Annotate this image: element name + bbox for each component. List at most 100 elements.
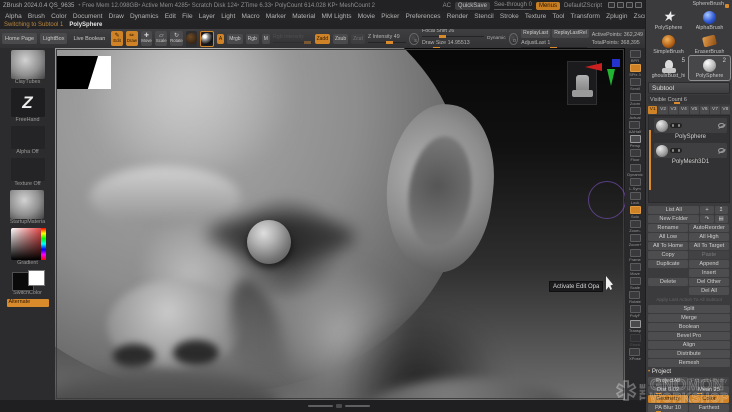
right-shelf-button[interactable]: Transp — [629, 319, 641, 333]
adjust-knob[interactable]: O — [508, 32, 519, 45]
right-shelf-button[interactable]: Scale — [629, 277, 641, 290]
visibility-tab[interactable]: V5 — [689, 105, 699, 114]
right-shelf-button[interactable]: Lock — [629, 191, 641, 205]
adjust-last-slider[interactable]: AdjustLast 1 — [521, 39, 588, 48]
tool-thumbnail[interactable]: SimpleBrush — [648, 32, 689, 56]
subtool-action-button[interactable]: ↷ — [700, 215, 714, 223]
subtool-thumbnail[interactable] — [656, 144, 668, 157]
zcut-button[interactable]: Zcut — [351, 33, 365, 44]
subtool-action-button[interactable]: Dist 0.02 — [648, 386, 688, 394]
subtool-action-button[interactable]: All Low — [648, 233, 688, 241]
right-shelf-button[interactable]: Persp — [629, 135, 641, 148]
subtool-action-button[interactable]: All To Home — [648, 242, 688, 250]
right-shelf-button[interactable]: Zoom- — [629, 220, 641, 233]
focal-shift-slider[interactable]: Focal Shift 26 — [421, 29, 484, 38]
subtool-action-button[interactable]: Boolean — [648, 323, 730, 331]
subtool-action-button[interactable]: Farthest — [689, 404, 729, 412]
right-shelf-button[interactable]: Dynamic — [627, 163, 643, 177]
tray-item[interactable]: Alpha Off — [10, 126, 45, 156]
right-shelf-button[interactable]: Zoom — [629, 92, 641, 106]
menu-item[interactable]: Picker — [378, 13, 402, 20]
menu-item[interactable]: Light — [218, 13, 238, 20]
visibility-eye-icon[interactable] — [718, 148, 725, 153]
z-intensity-slider[interactable]: Z Intensity 49 — [367, 33, 407, 44]
right-shelf-button[interactable]: PolyF — [629, 305, 641, 318]
subtool-action-button[interactable]: AutoReorder — [689, 224, 729, 232]
tool-thumbnail[interactable]: 2 PolySphere — [688, 55, 731, 81]
menu-item[interactable]: Transform — [567, 13, 603, 20]
menu-item[interactable]: File — [179, 13, 196, 20]
visible-count-slider[interactable]: Visible Count 6 — [648, 95, 730, 104]
replay-last-rel-button[interactable]: ReplayLastRel — [552, 29, 589, 38]
draw-size-slider[interactable]: Draw Size 14.95513 — [421, 39, 484, 48]
subtool-row[interactable]: PolySphere — [654, 118, 727, 142]
right-shelf-button[interactable]: Floor — [629, 149, 641, 162]
menu-item[interactable]: Render — [444, 13, 472, 20]
menu-item[interactable]: Marker — [263, 13, 289, 20]
tray-item[interactable]: StartupMateria — [10, 190, 45, 226]
right-shelf-button[interactable]: XPose — [629, 347, 641, 361]
subtool-action-button[interactable]: All To Target — [689, 242, 729, 250]
menu-item[interactable]: Movie — [355, 13, 379, 20]
right-shelf-button[interactable]: Actual — [629, 106, 641, 120]
right-shelf-button[interactable]: Frame — [629, 248, 641, 262]
hand-cursor-icon[interactable] — [635, 1, 642, 8]
subtool-action-button[interactable]: Geometry — [648, 395, 688, 403]
tray-item[interactable]: FreeHand — [10, 88, 45, 124]
menu-item[interactable]: Preferences — [402, 13, 443, 20]
subtool-action-button[interactable]: Distribute — [648, 350, 730, 358]
right-shelf-button[interactable]: SPix 3 — [629, 64, 641, 77]
visibility-tab[interactable]: V2 — [658, 105, 668, 114]
tray-item[interactable]: ClayTubes — [10, 50, 45, 86]
menu-item[interactable]: Macro — [238, 13, 262, 20]
menu-item[interactable]: Brush — [25, 13, 48, 20]
subtool-action-button[interactable]: Merge — [648, 314, 730, 322]
tray-thumbnail[interactable] — [11, 269, 45, 291]
right-shelf-button[interactable]: AAHalf — [629, 120, 641, 134]
edit-button[interactable]: ✎ Edit — [111, 31, 123, 46]
paint-sculpt-toggle-icon[interactable] — [670, 148, 682, 153]
right-shelf-button[interactable]: Solo — [629, 206, 641, 219]
tray-item[interactable]: Alternate — [6, 298, 49, 308]
tray-thumbnail[interactable] — [10, 228, 46, 261]
tool-thumbnail[interactable]: EraserBrush — [689, 32, 730, 56]
menu-item[interactable]: Texture — [522, 13, 550, 20]
menu-item[interactable]: Stencil — [471, 13, 497, 20]
subtool-action-button[interactable]: ↥ — [714, 206, 728, 214]
tray-thumbnail[interactable] — [10, 50, 45, 79]
rotate-button[interactable]: ↻ Rotate — [170, 31, 183, 46]
subtool-action-button[interactable]: Rename — [648, 224, 688, 232]
visibility-eye-icon[interactable] — [718, 123, 725, 128]
menu-item[interactable]: Stroke — [497, 13, 522, 20]
rgb-intensity-slider[interactable]: Rgb Intensity — [272, 33, 312, 44]
tray-thumbnail[interactable] — [10, 126, 45, 150]
subtool-action-button[interactable]: Split — [648, 305, 730, 313]
right-shelf-button[interactable]: L.Sym — [629, 177, 641, 191]
menu-item[interactable]: Zscript — [631, 13, 645, 20]
right-shelf-button[interactable]: Scroll — [629, 78, 641, 91]
menus-button[interactable]: Menus — [535, 1, 560, 10]
subtool-action-button[interactable]: Project History — [689, 377, 729, 385]
subtool-action-button[interactable]: PA Blur 10 — [648, 404, 688, 412]
subtool-action-button[interactable]: Del Other — [689, 278, 729, 286]
subtool-action-button[interactable]: All High — [689, 233, 729, 241]
subtool-action-button[interactable]: Paste — [689, 251, 729, 259]
subtool-header[interactable]: Subtool — [648, 82, 730, 94]
menu-item[interactable]: Draw — [106, 13, 127, 20]
visibility-tab[interactable]: V1 — [648, 105, 658, 114]
tray-item[interactable]: Gradient — [10, 228, 46, 267]
zsub-button[interactable]: Zsub — [332, 33, 349, 44]
subtool-scrollbar[interactable] — [649, 130, 651, 190]
right-shelf-button[interactable]: Rotate — [629, 291, 641, 304]
visibility-tab[interactable]: V8 — [720, 105, 730, 114]
mrgb-button[interactable]: Mrgb — [227, 33, 243, 44]
subtool-action-button[interactable]: Align — [648, 341, 730, 349]
tray-thumbnail[interactable] — [10, 190, 45, 220]
subtool-action-button[interactable]: ProjectAll — [648, 377, 688, 385]
visibility-tab[interactable]: V3 — [668, 105, 679, 114]
brush-preview[interactable] — [185, 30, 197, 47]
subtool-action-button[interactable]: Remesh — [648, 359, 730, 367]
menu-item[interactable]: Color — [48, 13, 70, 20]
menu-item[interactable]: Zplugin — [603, 13, 631, 20]
m-button[interactable]: M — [261, 33, 270, 44]
